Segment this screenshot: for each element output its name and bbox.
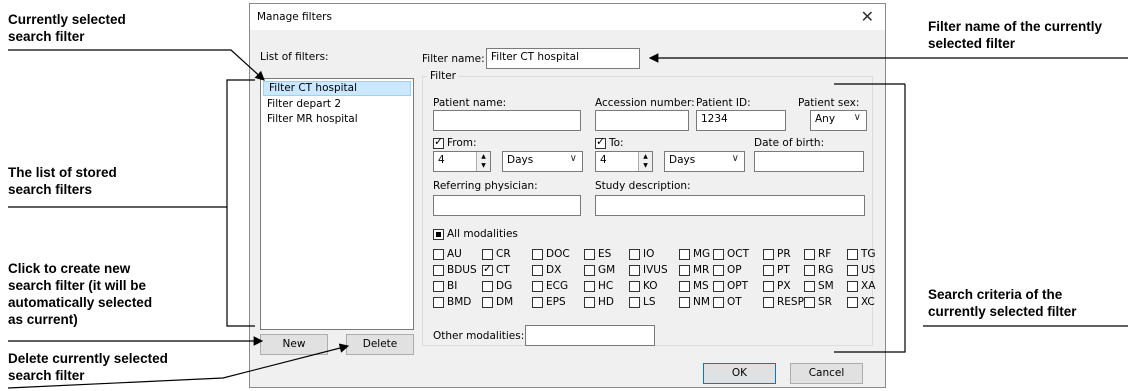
connector-selected-filter bbox=[8, 49, 265, 81]
connector-delete bbox=[7, 343, 350, 389]
annotation-connectors bbox=[7, 49, 1128, 389]
connector-criteria-bracket bbox=[834, 84, 906, 353]
connector-stored-filters bbox=[8, 79, 255, 208]
connector-stored-filters-bottom bbox=[226, 207, 255, 327]
